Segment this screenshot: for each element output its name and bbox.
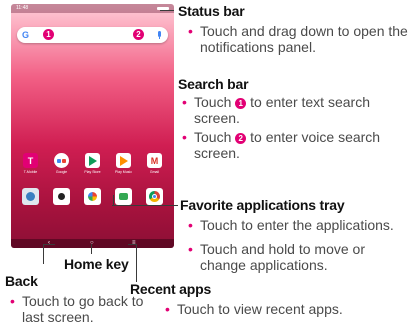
search-bar-bullet-1: Touch 1 to enter text search screen. [182, 94, 412, 126]
recent-callout-line [128, 244, 136, 245]
bullet-text: Touch [194, 94, 236, 110]
number-badge-2: 2 [235, 133, 247, 144]
status-bar-callout-line [160, 10, 174, 11]
play-music-icon [116, 153, 131, 168]
app-label: Gmail [149, 170, 160, 174]
favorites-tray-bullet-1: Touch to enter the applications. [188, 217, 412, 233]
search-bar-heading: Search bar [178, 76, 249, 92]
messages-icon[interactable] [115, 188, 132, 205]
home-key-heading: Home key [64, 256, 129, 272]
app-play-music[interactable]: Play Music [111, 153, 137, 177]
phone-home-screen: 11:48 G 1 2 T T-Mobile Google Play Store… [11, 4, 174, 248]
mic-icon[interactable] [158, 31, 161, 39]
app-gmail[interactable]: M Gmail [142, 153, 168, 177]
back-heading: Back [5, 273, 38, 289]
t-mobile-icon: T [23, 153, 38, 168]
number-badge-1: 1 [235, 98, 247, 109]
app-google[interactable]: Google [49, 153, 75, 177]
search-badge-text[interactable]: 1 [43, 29, 54, 40]
app-label: Play Music [115, 170, 132, 174]
favorites-tray-bullet-2: Touch and hold to move or change applica… [188, 241, 412, 273]
status-time: 11:48 [16, 5, 29, 11]
recent-apps-heading: Recent apps [130, 281, 212, 297]
gallery-icon[interactable] [84, 188, 101, 205]
app-label: Google [55, 170, 68, 174]
app-label: T-Mobile [23, 170, 38, 174]
phone-icon[interactable] [22, 188, 39, 205]
recent-callout-line-v [136, 244, 137, 282]
home-apps-row: T T-Mobile Google Play Store Play Music … [11, 153, 174, 177]
search-badge-voice[interactable]: 2 [133, 29, 144, 40]
chrome-icon[interactable] [146, 188, 163, 205]
favorites-callout-line-v [113, 195, 114, 205]
status-bar[interactable]: 11:48 [11, 4, 174, 13]
home-callout-line [91, 244, 92, 254]
favorites-callout-line [112, 205, 178, 206]
back-callout-line [43, 244, 55, 245]
app-play-store[interactable]: Play Store [80, 153, 106, 177]
bullet-text: Touch [194, 129, 236, 145]
status-bar-heading: Status bar [178, 3, 245, 19]
gmail-icon: M [147, 153, 162, 168]
back-callout-line-v [43, 244, 44, 264]
back-bullet: Touch to go back to last screen. [10, 293, 162, 325]
google-folder-icon [54, 153, 69, 168]
recent-apps-bullet: Touch to view recent apps. [165, 301, 407, 317]
google-g-icon: G [22, 30, 30, 40]
camera-icon[interactable] [53, 188, 70, 205]
search-bar-bullet-2: Touch 2 to enter voice search screen. [182, 129, 412, 161]
app-label: Play Store [84, 170, 101, 174]
app-t-mobile[interactable]: T T-Mobile [18, 153, 44, 177]
search-bar[interactable]: G 1 2 [17, 27, 168, 43]
favorites-tray-heading: Favorite applications tray [180, 197, 345, 213]
navigation-bar: ‹ ○ ≡ [11, 239, 174, 248]
play-store-icon [85, 153, 100, 168]
status-bar-bullet: Touch and drag down to open the notifica… [188, 23, 412, 55]
